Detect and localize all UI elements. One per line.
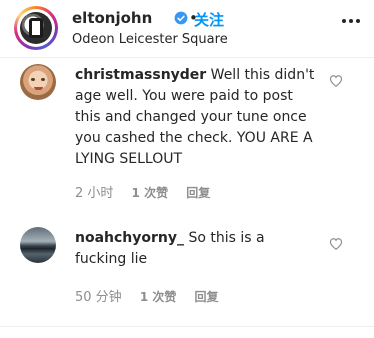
like-heart-icon[interactable]	[329, 237, 343, 251]
avatar-glyph	[29, 18, 43, 38]
commenter-avatar[interactable]	[20, 227, 56, 263]
avatar-image	[20, 12, 52, 44]
comment-time: 2 小时	[75, 186, 114, 201]
like-heart-icon[interactable]	[329, 74, 343, 88]
avatar-eye	[41, 78, 45, 81]
comment-meta: 2 小时 1 次赞 回复	[75, 182, 224, 201]
comment-time: 50 分钟	[75, 290, 122, 305]
avatar-inner	[17, 9, 55, 47]
verified-badge-icon	[174, 11, 188, 25]
comment-username[interactable]: noahchyorny_	[75, 230, 184, 246]
post-username[interactable]: eltonjohn	[72, 9, 152, 27]
follow-button[interactable]: 关注	[194, 9, 224, 30]
comment-likes[interactable]: 1 次赞	[132, 186, 169, 200]
comment-username[interactable]: christmassnyder	[75, 67, 206, 83]
comment-body: christmassnyder Well this didn't age wel…	[75, 65, 320, 170]
divider	[0, 326, 374, 327]
commenter-avatar[interactable]	[20, 64, 56, 100]
post-header: eltonjohn • 关注 Odeon Leicester Square	[0, 0, 374, 58]
comment-meta: 50 分钟 1 次赞 回复	[75, 286, 233, 305]
profile-avatar[interactable]	[14, 6, 58, 50]
avatar-mouth	[34, 87, 43, 90]
comment-body: noahchyorny_ So this is a fucking lie	[75, 228, 320, 270]
more-options-icon[interactable]	[340, 10, 362, 32]
reply-button[interactable]: 回复	[195, 290, 219, 304]
reply-button[interactable]: 回复	[186, 186, 210, 200]
comment-likes[interactable]: 1 次赞	[140, 290, 177, 304]
post-location[interactable]: Odeon Leicester Square	[72, 32, 228, 47]
avatar-eye	[31, 78, 35, 81]
